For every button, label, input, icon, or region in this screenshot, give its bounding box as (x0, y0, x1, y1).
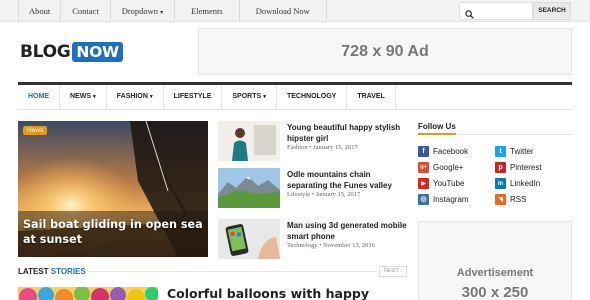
social-label: RSS (510, 195, 527, 204)
article-title[interactable]: Man using 3d generated mobile smart phon… (287, 220, 411, 243)
header-ad-banner[interactable]: 728 x 90 Ad (198, 28, 572, 75)
social-link-youtube[interactable]: ▶ YouTube (418, 178, 464, 189)
social-label: LinkedIn (510, 179, 541, 188)
social-link-instagram[interactable]: ◎ Instagram (418, 194, 469, 205)
top-link-about[interactable]: About (18, 0, 62, 22)
social-link-google-plus[interactable]: g+ Google+ (418, 162, 463, 173)
top-link-download-now[interactable]: Download Now (240, 0, 327, 22)
linkedin-icon: in (495, 178, 506, 189)
article-category[interactable]: Lifestyle (287, 191, 310, 198)
next-button[interactable]: NEXT › (379, 266, 407, 277)
heading-accent (418, 133, 456, 135)
featured-post[interactable]: News Sail boat gliding in open sea at su… (18, 121, 208, 257)
latest-story-thumbnail[interactable] (18, 287, 158, 300)
article-date: November 13, 2016 (323, 242, 375, 249)
article-meta: Technology • November 13, 2016 (287, 242, 375, 249)
nav-item-home[interactable]: HOME (18, 85, 60, 109)
latest-stories-heading: LATEST STORIES (18, 267, 86, 276)
logo-text-blog: BLOG (20, 42, 71, 62)
featured-title[interactable]: Sail boat gliding in open sea at sunset (23, 217, 208, 247)
top-nav: About Contact Dropdown ▾ Elements Downloa… (18, 0, 327, 22)
top-bar: About Contact Dropdown ▾ Elements Downloa… (0, 0, 590, 22)
nav-item-lifestyle[interactable]: LIFESTYLE (164, 85, 223, 109)
article-meta: Fashion • January 15, 2017 (287, 144, 358, 151)
search-icon (465, 6, 474, 24)
social-link-pinterest[interactable]: p Pinterest (495, 162, 542, 173)
social-label: Facebook (433, 147, 469, 156)
nav-item-fashion[interactable]: FASHION ▾ (107, 85, 164, 109)
article-meta: Lifestyle • January 15, 2017 (287, 191, 361, 198)
article-thumbnail[interactable] (218, 168, 280, 208)
social-label: YouTube (433, 179, 465, 188)
advert-label: Advertisement (456, 267, 534, 279)
nav-item-travel[interactable]: TRAVEL (347, 85, 396, 109)
social-label: Twitter (510, 147, 534, 156)
stories-label: STORIES (50, 267, 86, 276)
top-link-elements[interactable]: Elements (175, 0, 240, 22)
section-divider (87, 271, 377, 272)
logo-text-now: NOW (72, 42, 123, 62)
follow-us-heading: Follow Us (418, 122, 456, 131)
article-thumbnail[interactable] (218, 219, 280, 259)
social-label: Google+ (433, 163, 464, 172)
youtube-icon: ▶ (418, 178, 429, 189)
social-label: Instagram (433, 195, 469, 204)
nav-item-label: SPORTS (232, 93, 262, 100)
nav-item-news[interactable]: NEWS ▾ (60, 85, 107, 109)
social-label: Pinterest (510, 163, 542, 172)
chevron-down-icon: ▾ (149, 94, 153, 100)
advert-size: 300 x 250 (461, 284, 529, 300)
article-category[interactable]: Fashion (287, 144, 308, 151)
chevron-right-icon: › (400, 268, 402, 274)
instagram-icon: ◎ (418, 194, 429, 205)
pinterest-icon: p (495, 162, 506, 173)
nav-item-label: NEWS (70, 93, 91, 100)
google-plus-icon: g+ (418, 162, 429, 173)
facebook-icon: f (418, 146, 429, 157)
chevron-down-icon: ▾ (160, 10, 164, 16)
social-link-twitter[interactable]: t Twitter (495, 146, 534, 157)
article-category[interactable]: Technology (287, 242, 318, 249)
article-item[interactable]: Young beautiful happy stylish hipster gi… (218, 121, 408, 161)
nav-item-label: FASHION (116, 93, 148, 100)
chevron-down-icon: ▾ (93, 94, 96, 100)
latest-label: LATEST (18, 267, 49, 276)
rss-icon: ◥ (495, 194, 506, 205)
social-link-rss[interactable]: ◥ RSS (495, 194, 526, 205)
article-title[interactable]: Odle mountains chain separating the Fune… (287, 169, 411, 192)
search-button[interactable]: SEARCH (533, 2, 571, 20)
top-link-contact[interactable]: Contact (61, 0, 111, 22)
nav-item-technology[interactable]: TECHNOLOGY (277, 85, 348, 109)
top-link-dropdown[interactable]: Dropdown ▾ (111, 0, 176, 22)
nav-item-sports[interactable]: SPORTS ▾ (222, 85, 277, 109)
social-link-linkedin[interactable]: in LinkedIn (495, 178, 540, 189)
sidebar-advertisement[interactable]: Advertisement 300 x 250 (418, 221, 572, 300)
article-item[interactable]: Odle mountains chain separating the Fune… (218, 168, 408, 208)
next-label: NEXT (384, 268, 399, 274)
article-thumbnail[interactable] (218, 121, 280, 161)
main-nav: HOME NEWS ▾ FASHION ▾ LIFESTYLE SPORTS ▾ TE… (18, 82, 572, 110)
latest-story-title[interactable]: Colorful balloons with happy (167, 286, 369, 300)
category-badge[interactable]: News (23, 126, 48, 135)
article-date: January 15, 2017 (313, 144, 358, 151)
chevron-down-icon: ▾ (263, 94, 266, 100)
search-input[interactable] (459, 2, 533, 20)
site-logo[interactable]: BLOG NOW (20, 40, 123, 64)
social-link-facebook[interactable]: f Facebook (418, 146, 468, 157)
article-title[interactable]: Young beautiful happy stylish hipster gi… (287, 122, 411, 145)
top-link-dropdown-label: Dropdown (121, 6, 159, 16)
article-item[interactable]: Man using 3d generated mobile smart phon… (218, 219, 408, 259)
article-date: January 15, 2017 (315, 191, 361, 198)
twitter-icon: t (495, 146, 506, 157)
